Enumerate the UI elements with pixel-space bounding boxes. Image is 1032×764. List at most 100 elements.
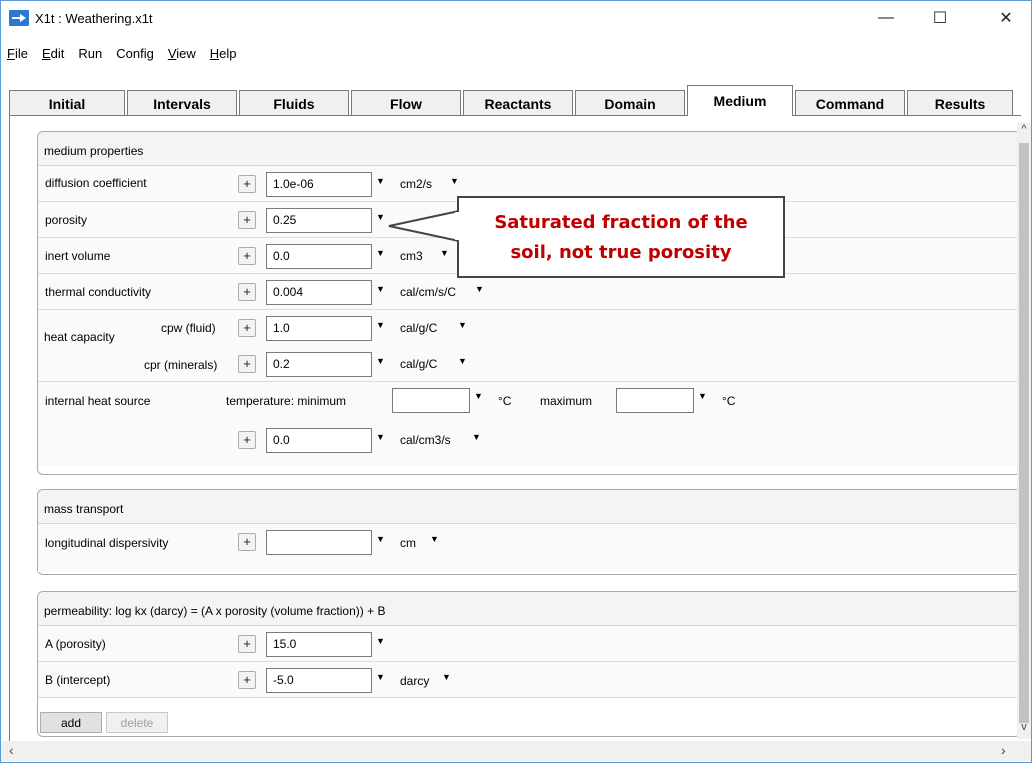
scroll-up-icon[interactable]: ^ [1017, 123, 1031, 139]
scroll-left-icon[interactable]: ‹ [9, 742, 14, 758]
temperature-min-dropdown-icon[interactable]: ▼ [474, 391, 483, 401]
diffusion-field[interactable]: 1.0e-06 [266, 172, 372, 197]
tab-intervals[interactable]: Intervals [127, 90, 237, 116]
b-intercept-unit[interactable]: darcy [400, 674, 429, 688]
porosity-field[interactable]: 0.25 [266, 208, 372, 233]
b-intercept-dropdown-icon[interactable]: ▼ [376, 672, 385, 682]
medium-properties-panel: medium properties diffusion coefficient … [37, 131, 1021, 475]
menu-view[interactable]: View [168, 46, 196, 61]
temperature-max-dropdown-icon[interactable]: ▼ [698, 391, 707, 401]
temperature-min-unit: °C [498, 394, 512, 408]
dispersivity-unit[interactable]: cm [400, 536, 416, 550]
dispersivity-row: longitudinal dispersivity + ▼ cm ▼ [38, 524, 1020, 572]
heat-source-dropdown-icon[interactable]: ▼ [376, 432, 385, 442]
a-porosity-add-button[interactable]: + [238, 635, 256, 653]
thermal-conductivity-add-button[interactable]: + [238, 283, 256, 301]
diffusion-unit[interactable]: cm2/s [400, 177, 432, 191]
inert-volume-unit-dropdown-icon[interactable]: ▼ [440, 248, 449, 258]
add-button[interactable]: add [40, 712, 102, 733]
inert-volume-field[interactable]: 0.0 [266, 244, 372, 269]
temperature-max-unit: °C [722, 394, 736, 408]
porosity-dropdown-icon[interactable]: ▼ [376, 212, 385, 222]
heat-source-unit[interactable]: cal/cm3/s [400, 433, 451, 447]
panel-header: mass transport [38, 490, 1020, 524]
cpr-unit[interactable]: cal/g/C [400, 357, 437, 371]
b-intercept-add-button[interactable]: + [238, 671, 256, 689]
thermal-unit-dropdown-icon[interactable]: ▼ [475, 284, 484, 294]
temperature-max-field[interactable] [616, 388, 694, 413]
thermal-conductivity-dropdown-icon[interactable]: ▼ [376, 284, 385, 294]
cpw-label: cpw (fluid) [161, 321, 216, 335]
cpr-add-button[interactable]: + [238, 355, 256, 373]
heat-source-add-button[interactable]: + [238, 431, 256, 449]
cpw-field[interactable]: 1.0 [266, 316, 372, 341]
heat-source-field[interactable]: 0.0 [266, 428, 372, 453]
b-intercept-unit-dropdown-icon[interactable]: ▼ [442, 672, 451, 682]
menu-run[interactable]: Run [78, 46, 102, 61]
heat-source-row: internal heat source temperature: minimu… [38, 382, 1020, 418]
menu-edit[interactable]: Edit [42, 46, 64, 61]
scroll-down-icon[interactable]: v [1017, 721, 1031, 737]
menu-bar: File Edit Run Config View Help [1, 37, 1031, 69]
cpw-unit-dropdown-icon[interactable]: ▼ [458, 320, 467, 330]
heat-source-value-row: + 0.0 ▼ cal/cm3/s ▼ [38, 418, 1020, 466]
dispersivity-label: longitudinal dispersivity [45, 536, 169, 550]
cpr-unit-dropdown-icon[interactable]: ▼ [458, 356, 467, 366]
panel-header: permeability: log kx (darcy) = (A x poro… [38, 592, 1020, 626]
dispersivity-dropdown-icon[interactable]: ▼ [376, 534, 385, 544]
menu-file[interactable]: File [7, 46, 28, 61]
tab-fluids[interactable]: Fluids [239, 90, 349, 116]
horizontal-scrollbar[interactable]: ‹ › [1, 741, 1031, 761]
diffusion-unit-dropdown-icon[interactable]: ▼ [450, 176, 459, 186]
minimize-button[interactable]: — [863, 1, 909, 35]
cpr-label: cpr (minerals) [144, 358, 218, 372]
tab-medium[interactable]: Medium [687, 85, 793, 116]
inert-volume-dropdown-icon[interactable]: ▼ [376, 248, 385, 258]
title-bar: X1t : Weathering.x1t — ☐ ✕ [1, 1, 1031, 37]
menu-config[interactable]: Config [116, 46, 154, 61]
heat-source-unit-dropdown-icon[interactable]: ▼ [472, 432, 481, 442]
temperature-min-field[interactable] [392, 388, 470, 413]
b-intercept-row: B (intercept) + -5.0 ▼ darcy ▼ [38, 662, 1020, 698]
permeability-panel: permeability: log kx (darcy) = (A x poro… [37, 591, 1021, 737]
vertical-scrollbar[interactable]: ^ v [1017, 123, 1031, 739]
a-porosity-field[interactable]: 15.0 [266, 632, 372, 657]
cpw-dropdown-icon[interactable]: ▼ [376, 320, 385, 330]
horizontal-scroll-thumb[interactable] [25, 745, 1005, 757]
temperature-min-label: temperature: minimum [226, 394, 347, 408]
scroll-right-icon[interactable]: › [1001, 742, 1006, 758]
menu-help[interactable]: Help [210, 46, 237, 61]
tab-results[interactable]: Results [907, 90, 1013, 116]
delete-button[interactable]: delete [106, 712, 168, 733]
vertical-scroll-thumb[interactable] [1019, 143, 1029, 723]
dispersivity-unit-dropdown-icon[interactable]: ▼ [430, 534, 439, 544]
porosity-add-button[interactable]: + [238, 211, 256, 229]
panel-title: mass transport [44, 502, 124, 516]
cpw-add-button[interactable]: + [238, 319, 256, 337]
panel-title: permeability: log kx (darcy) = (A x poro… [44, 604, 386, 618]
inert-volume-add-button[interactable]: + [238, 247, 256, 265]
diffusion-dropdown-icon[interactable]: ▼ [376, 176, 385, 186]
tab-reactants[interactable]: Reactants [463, 90, 573, 116]
diffusion-label: diffusion coefficient [45, 176, 147, 190]
tab-domain[interactable]: Domain [575, 90, 685, 116]
maximize-button[interactable]: ☐ [917, 1, 963, 35]
tab-initial[interactable]: Initial [9, 90, 125, 116]
thermal-conductivity-field[interactable]: 0.004 [266, 280, 372, 305]
cpw-unit[interactable]: cal/g/C [400, 321, 437, 335]
thermal-conductivity-label: thermal conductivity [45, 285, 152, 299]
dispersivity-add-button[interactable]: + [238, 533, 256, 551]
tab-command[interactable]: Command [795, 90, 905, 116]
thermal-conductivity-unit[interactable]: cal/cm/s/C [400, 285, 456, 299]
diffusion-add-button[interactable]: + [238, 175, 256, 193]
inert-volume-unit[interactable]: cm3 [400, 249, 423, 263]
dispersivity-field[interactable] [266, 530, 372, 555]
close-button[interactable]: ✕ [983, 1, 1029, 35]
b-intercept-label: B (intercept) [45, 673, 111, 687]
tab-flow[interactable]: Flow [351, 90, 461, 116]
cpr-dropdown-icon[interactable]: ▼ [376, 356, 385, 366]
a-porosity-dropdown-icon[interactable]: ▼ [376, 636, 385, 646]
cpr-field[interactable]: 0.2 [266, 352, 372, 377]
b-intercept-field[interactable]: -5.0 [266, 668, 372, 693]
heat-capacity-label: heat capacity [44, 330, 115, 344]
